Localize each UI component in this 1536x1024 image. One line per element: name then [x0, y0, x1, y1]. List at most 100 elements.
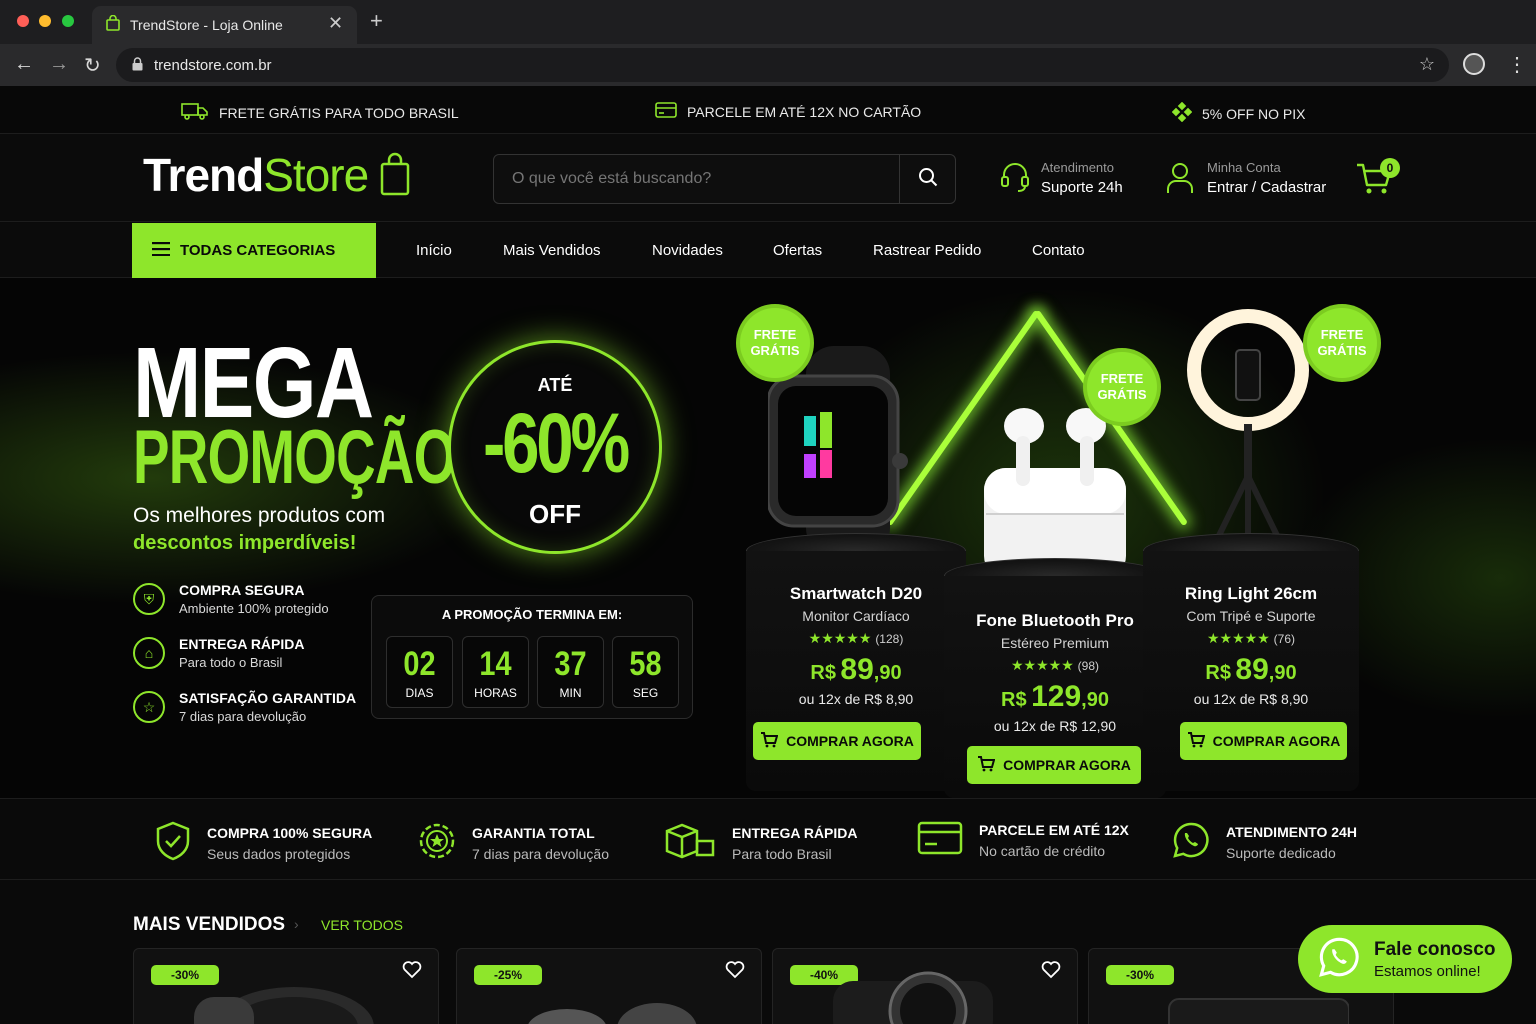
user-icon — [1166, 162, 1194, 199]
search-button[interactable] — [899, 155, 955, 203]
forward-icon[interactable]: → — [49, 53, 69, 76]
chat-subtitle: Estamos online! — [1374, 962, 1481, 980]
product-image — [1168, 998, 1349, 1024]
countdown-number: 58 — [629, 645, 662, 683]
minimize-window-button[interactable] — [39, 15, 51, 27]
price-currency: R$ — [1205, 662, 1231, 684]
profile-icon[interactable] — [1463, 53, 1485, 75]
trust-item-warranty: GARANTIA TOTAL 7 dias para devolução — [418, 821, 609, 866]
installments-text: PARCELE EM ATÉ 12X NO CARTÃO — [687, 103, 922, 120]
review-count: (98) — [1077, 659, 1099, 673]
heart-icon[interactable] — [1041, 961, 1061, 979]
buy-now-button-earbuds[interactable]: COMPRAR AGORA — [967, 746, 1141, 784]
price-currency: R$ — [810, 662, 836, 684]
nav-link-mais-vendidos[interactable]: Mais Vendidos — [503, 242, 601, 259]
shipping-highlight: FRETE GRÁTIS — [219, 104, 321, 121]
logo-bag-icon — [380, 152, 410, 207]
product-card-ring-light: Ring Light 26cm Com Tripé e Suporte ★★★★… — [1134, 584, 1368, 707]
badge-line2: GRÁTIS — [1317, 343, 1367, 358]
countdown-days: 02 DIAS — [386, 636, 453, 708]
countdown-label: MIN — [559, 686, 582, 700]
trust-item-support: ATENDIMENTO 24H Suporte dedicado — [1172, 821, 1357, 864]
feature-sub: Para todo o Brasil — [179, 655, 283, 670]
support-value: Suporte 24h — [1041, 179, 1123, 196]
chevron-right-icon: › — [294, 916, 299, 932]
product-card-earbuds: Fone Bluetooth Pro Estéreo Premium ★★★★★… — [944, 611, 1166, 734]
home-badge-icon: ⌂ — [133, 637, 165, 669]
product-subtitle: Com Tripé e Suporte — [1186, 608, 1316, 624]
price-decimal: ,90 — [1268, 662, 1297, 684]
trust-sub: Suporte dedicado — [1226, 845, 1336, 861]
heart-icon[interactable] — [725, 961, 745, 979]
trust-item-installments: PARCELE EM ATÉ 12X No cartão de crédito — [917, 821, 1129, 860]
bookmark-star-icon[interactable]: ☆ — [1419, 54, 1435, 75]
close-tab-icon[interactable]: ✕ — [328, 13, 343, 34]
support-link[interactable]: Atendimento Suporte 24h — [1041, 160, 1123, 196]
price-currency: R$ — [1001, 689, 1027, 711]
hero-banner: MEGA PROMOÇÃO Os melhores produtos com d… — [0, 278, 1536, 798]
nav-link-novidades[interactable]: Novidades — [652, 242, 723, 259]
product-rating: ★★★★★ (128) — [746, 630, 966, 647]
countdown-number: 37 — [554, 645, 587, 683]
free-shipping-badge: FRETE GRÁTIS — [740, 308, 810, 378]
account-label: Minha Conta — [1207, 160, 1281, 175]
countdown-seconds: 58 SEG — [612, 636, 679, 708]
new-tab-icon[interactable]: + — [370, 8, 383, 34]
product-card[interactable]: -40% — [772, 948, 1078, 1024]
close-window-button[interactable] — [17, 15, 29, 27]
promo-topbar: FRETE GRÁTIS PARA TODO BRASIL PARCELE EM… — [0, 86, 1536, 134]
product-card[interactable]: -25% — [456, 948, 762, 1024]
card-icon — [655, 102, 677, 121]
feature-secure: ⛨ COMPRA SEGURA Ambiente 100% protegido — [133, 582, 329, 616]
maximize-window-button[interactable] — [62, 15, 74, 27]
all-categories-button[interactable]: TODAS CATEGORIAS — [132, 223, 376, 278]
nav-link-inicio[interactable]: Início — [416, 242, 452, 259]
logo-store: Store — [263, 149, 369, 201]
nav-link-ofertas[interactable]: Ofertas — [773, 242, 822, 259]
feature-title: ENTREGA RÁPIDA — [179, 636, 305, 652]
free-shipping-badge: FRETE GRÁTIS — [1307, 308, 1377, 378]
badge-star-icon — [418, 821, 456, 866]
view-all-link[interactable]: VER TODOS — [321, 917, 403, 933]
product-installment: ou 12x de R$ 8,90 — [798, 691, 914, 707]
product-card[interactable]: -30% — [133, 948, 439, 1024]
trust-sub: 7 dias para devolução — [472, 846, 609, 862]
nav-link-rastrear-pedido[interactable]: Rastrear Pedido — [873, 242, 981, 259]
nav-link-contato[interactable]: Contato — [1032, 242, 1085, 259]
smartwatch-image — [766, 346, 938, 561]
account-link[interactable]: Minha Conta Entrar / Cadastrar — [1207, 160, 1326, 196]
buy-button-label: COMPRAR AGORA — [1212, 733, 1341, 749]
badge-line1: FRETE — [1320, 327, 1364, 342]
discount-suffix: OFF — [529, 499, 581, 529]
countdown-number: 14 — [479, 645, 512, 683]
buy-now-button-smartwatch[interactable]: COMPRAR AGORA — [753, 722, 921, 760]
price-integer: 89 — [840, 653, 874, 686]
account-value: Entrar / Cadastrar — [1207, 179, 1327, 196]
badge-line1: FRETE — [753, 327, 797, 342]
countdown-number: 02 — [403, 645, 436, 683]
trust-title: GARANTIA TOTAL — [472, 825, 595, 841]
badge-line2: GRÁTIS — [1097, 387, 1147, 402]
trust-title: ATENDIMENTO 24H — [1226, 824, 1357, 840]
browser-tab[interactable]: TrendStore - Loja Online ✕ — [92, 6, 357, 44]
free-shipping-badge: FRETE GRÁTIS — [1087, 352, 1157, 422]
site-logo[interactable]: TrendStore — [143, 148, 410, 207]
search-input[interactable] — [512, 170, 892, 188]
main-nav: TODAS CATEGORIAS Início Mais Vendidos No… — [0, 223, 1536, 278]
product-rating: ★★★★★ (76) — [1134, 630, 1368, 647]
pix-notice: 5% OFF NO PIX — [1171, 101, 1305, 125]
chat-button[interactable]: Fale conosco Estamos online! — [1298, 925, 1512, 993]
reload-icon[interactable]: ↻ — [84, 53, 101, 78]
star-icons: ★★★★★ — [1011, 657, 1074, 673]
product-image — [194, 987, 374, 1024]
heart-icon[interactable] — [402, 961, 422, 979]
product-price: R$ 89,90 — [746, 653, 966, 687]
pix-icon — [1171, 101, 1193, 125]
support-label: Atendimento — [1041, 160, 1114, 175]
discount-circle: ATÉ -60% OFF — [448, 340, 662, 554]
truck-icon — [181, 102, 209, 123]
browser-menu-icon[interactable]: ⋮ — [1507, 52, 1527, 77]
back-icon[interactable]: ← — [14, 53, 34, 76]
buy-now-button-ring-light[interactable]: COMPRAR AGORA — [1180, 722, 1347, 760]
url-bar[interactable]: trendstore.com.br ☆ — [116, 48, 1449, 82]
